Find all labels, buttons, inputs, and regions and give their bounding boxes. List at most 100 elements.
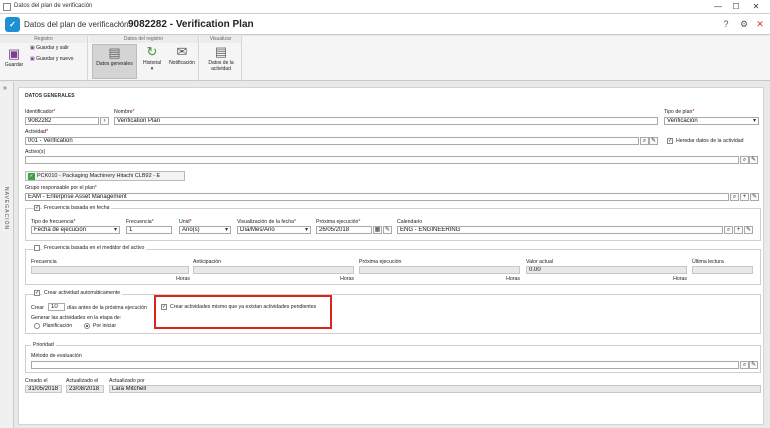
calendar-icon[interactable]: ▦ xyxy=(373,226,382,234)
days-before-label: días antes de la próxima ejecución xyxy=(67,305,147,311)
plan-type-label: Tipo de plan* xyxy=(664,109,695,115)
asset-tag-text: PCK010 - Packaging Machinery Hitachi CLB… xyxy=(37,173,161,179)
date-view-label: Visualización de la fecha* xyxy=(237,219,297,225)
notification-button[interactable]: ✉ Notificación xyxy=(167,44,197,79)
calendar-field[interactable]: ENG - ENGINEERING xyxy=(397,226,723,234)
general-data-label: Datos generales xyxy=(96,61,133,67)
assets-clear-icon[interactable]: ✎ xyxy=(749,156,758,164)
id-field[interactable]: 9082282 xyxy=(25,117,99,125)
eval-label: Método de evaluación xyxy=(31,353,82,359)
meter-antic-unit: Horas xyxy=(340,276,354,282)
meter-current-label: Valor actual xyxy=(526,259,554,265)
activity-field[interactable]: 001 - Verification xyxy=(25,137,639,145)
general-data-button[interactable]: ▤ Datos generales xyxy=(92,44,137,79)
asset-tag[interactable]: ✓ PCK010 - Packaging Machinery Hitachi C… xyxy=(25,171,185,181)
freq-meter-label: Frecuencia basada en el medidor del acti… xyxy=(42,245,147,251)
auto-create-checkbox[interactable]: ✓ xyxy=(34,290,40,296)
save-new-button[interactable]: ▣ Guardar y nuevo xyxy=(30,56,73,62)
save-exit-button[interactable]: ▣ Guardar y salir xyxy=(30,45,69,51)
eval-search-icon[interactable]: ⌕ xyxy=(740,361,749,369)
next-exec-field[interactable]: 26/05/2018 xyxy=(316,226,372,234)
settings-icon[interactable]: ⚙ xyxy=(738,18,750,30)
envelope-gear-icon: ✉ xyxy=(176,44,188,59)
close-record-icon[interactable]: ✕ xyxy=(754,18,766,30)
freq-meter-checkbox[interactable] xyxy=(34,245,40,251)
group-search-icon[interactable]: ⌕ xyxy=(730,193,739,201)
help-icon[interactable]: ? xyxy=(720,18,732,30)
save-new-label: Guardar y nuevo xyxy=(36,56,74,62)
meter-last-label: Última lectura xyxy=(692,259,724,265)
assets-search-icon[interactable]: ⌕ xyxy=(740,156,749,164)
meter-current-unit: Horas xyxy=(673,276,687,282)
save-new-icon: ▣ xyxy=(30,56,35,62)
navigation-sidebar[interactable]: » NAVEGACIÓN xyxy=(0,82,14,428)
freq-type-select[interactable]: Fecha de ejecución xyxy=(31,226,120,234)
maximize-button[interactable]: ☐ xyxy=(728,1,744,13)
create-pending-checkbox[interactable]: ✓ xyxy=(161,304,167,310)
breadcrumb[interactable]: Datos del plan de verificación xyxy=(24,20,129,29)
id-label: Identificador* xyxy=(25,109,56,115)
meter-antic-field xyxy=(193,266,354,274)
close-button[interactable]: ✕ xyxy=(748,1,764,13)
next-exec-label: Próxima ejecución* xyxy=(316,219,361,225)
freq-date-checkbox[interactable]: ✓ xyxy=(34,205,40,211)
calendar-add-icon[interactable]: + xyxy=(734,226,743,234)
stage-plan-radio[interactable] xyxy=(34,323,40,329)
create-pending-label: Crear actividades mismo que ya existan a… xyxy=(170,304,317,310)
plan-type-select[interactable]: Verificación xyxy=(664,117,759,125)
name-label-text: Nombre xyxy=(114,109,133,115)
highlight-frame xyxy=(154,295,332,329)
name-label: Nombre* xyxy=(114,109,135,115)
meter-antic-label: Anticipación xyxy=(193,259,221,265)
group-add-icon[interactable]: + xyxy=(740,193,749,201)
calendar-clear-icon[interactable]: ✎ xyxy=(744,226,753,234)
eval-clear-icon[interactable]: ✎ xyxy=(749,361,758,369)
save-button[interactable]: ▣ Guardar xyxy=(3,46,25,79)
freq-label-text: Frecuencia xyxy=(126,219,152,225)
ribbon-group-datos: Datos del registro ▤ Datos generales ↻ H… xyxy=(89,36,199,81)
group-label-text: Grupo responsable por el plan xyxy=(25,185,95,191)
next-exec-clear-icon[interactable]: ✎ xyxy=(383,226,392,234)
name-field[interactable]: Verification Plan xyxy=(114,117,658,125)
created-label: Creado el xyxy=(25,378,48,384)
expand-navigation-icon[interactable]: » xyxy=(3,85,7,92)
notification-label: Notificación xyxy=(169,60,195,66)
meter-next-unit: Horas xyxy=(506,276,520,282)
unit-select[interactable]: Año(s) xyxy=(179,226,231,234)
group-field[interactable]: EAM - Enterprise Asset Management xyxy=(25,193,729,201)
group-label: Grupo responsable por el plan* xyxy=(25,185,97,191)
id-next-button[interactable]: › xyxy=(100,117,109,125)
window-title: Datos del plan de verificación xyxy=(14,3,93,9)
freq-field[interactable]: 1 xyxy=(126,226,172,234)
updated-field: 23/08/2018 xyxy=(66,385,104,393)
toolbar-ribbon: Registro ▣ Guardar ▣ Guardar y salir ▣ G… xyxy=(0,36,770,81)
ribbon-group-registro: Registro ▣ Guardar ▣ Guardar y salir ▣ G… xyxy=(0,36,88,81)
activity-data-button[interactable]: ▤ Datos de la actividad xyxy=(202,44,240,79)
eval-field[interactable] xyxy=(31,361,739,369)
calendar-search-icon[interactable]: ⌕ xyxy=(724,226,733,234)
group-clear-icon[interactable]: ✎ xyxy=(750,193,759,201)
meter-freq-label: Frecuencia xyxy=(31,259,57,265)
history-button[interactable]: ↻ Historial ▾ xyxy=(140,44,164,79)
unit-label-text: Unid xyxy=(179,219,190,225)
stage-start-radio[interactable] xyxy=(84,323,90,329)
stage-start-label: Por iniciar xyxy=(93,323,117,329)
date-view-select[interactable]: Día/Mes/Año xyxy=(237,226,311,234)
created-field: 31/05/2018 xyxy=(25,385,62,393)
activity-clear-icon[interactable]: ✎ xyxy=(649,137,658,145)
freq-type-label: Tipo de frecuencia* xyxy=(31,219,76,225)
minimize-button[interactable]: — xyxy=(710,1,726,13)
save-exit-icon: ▣ xyxy=(30,45,35,51)
inherit-checkbox[interactable]: ✓ xyxy=(667,138,673,144)
activity-search-icon[interactable]: ⌕ xyxy=(640,137,649,145)
meter-current-field: 0.00 xyxy=(526,266,687,274)
assets-field[interactable] xyxy=(25,156,739,164)
grid-icon: ▤ xyxy=(108,45,121,60)
ribbon-group-title: Registro xyxy=(0,36,87,43)
create-days-field[interactable]: 10 xyxy=(48,303,65,311)
meter-next-label: Próxima ejecución xyxy=(359,259,402,265)
activity-data-label: Datos de la actividad xyxy=(208,60,234,72)
freq-type-label-text: Tipo de frecuencia xyxy=(31,219,74,225)
page-title: 9082282 - Verification Plan xyxy=(128,19,254,30)
meter-last-field xyxy=(692,266,753,274)
